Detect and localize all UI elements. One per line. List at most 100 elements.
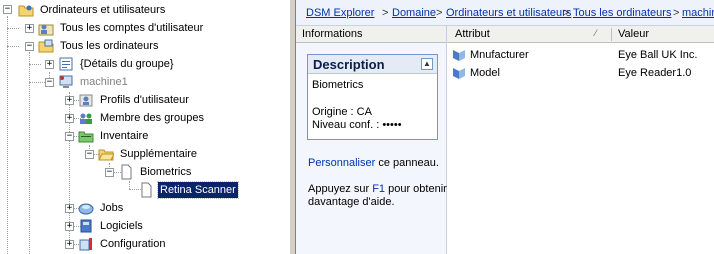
jobs-icon [78,203,94,215]
tree-node-supplementary[interactable]: Supplémentaire [98,145,199,163]
user-accounts-icon [38,24,54,36]
attribute-value: Eye Reader1.0 [618,67,692,79]
expand-toggle[interactable]: + [65,204,74,213]
tree-node-software[interactable]: Logiciels [78,217,145,235]
group-details-icon [59,57,73,71]
collapse-toggle[interactable]: − [25,42,34,51]
tree-label: {Détails du groupe} [80,58,174,70]
breadcrumb: DSM Explorer > Domaine > Ordinateurs et … [296,0,714,26]
breadcrumb-link[interactable]: DSM Explorer [306,7,374,19]
personalize-rest: ce panneau. [375,157,439,169]
tree-label: Tous les comptes d'utilisateur [60,22,204,34]
help-before: Appuyez sur [308,183,373,195]
breadcrumb-separator: > [436,7,443,19]
document-icon [121,164,132,180]
tree-label: machine1 [80,76,128,88]
tree-label: Supplémentaire [120,148,198,160]
breadcrumb-link[interactable]: Domaine [392,7,436,19]
expand-toggle[interactable]: + [25,24,34,33]
collapse-icon[interactable]: ▲ [421,58,433,70]
attribute-icon [453,68,465,79]
breadcrumb-separator: > [382,7,389,19]
tree-node-profiles[interactable]: Profils d'utilisateur [78,91,191,109]
tree-node-machine[interactable]: machine1 [58,73,130,91]
description-header: Description ▲ [308,55,437,74]
tree-line [29,64,41,65]
tree-label: Jobs [100,202,124,214]
collapse-toggle[interactable]: − [85,150,94,159]
tree-label: Logiciels [100,220,143,232]
configuration-icon [79,238,92,251]
personalize-text: Personnaliser ce panneau. [308,157,439,169]
tree-node-all-accounts[interactable]: Tous les comptes d'utilisateur [38,19,205,37]
expand-toggle[interactable]: + [65,114,74,123]
attribute-name: Model [470,67,500,79]
collapse-toggle[interactable]: − [105,168,114,177]
open-folder-icon [98,149,114,161]
tree-label: Ordinateurs et utilisateurs [40,4,166,16]
tree-node-inventory[interactable]: Inventaire [78,127,150,145]
tree-label: Tous les ordinateurs [60,40,159,52]
tree-line [7,46,19,47]
tree-node-jobs[interactable]: Jobs [78,199,125,217]
description-level: Niveau conf. : ••••• [312,119,402,131]
tree-node-retina-scanner[interactable]: Retina Scanner [138,181,239,199]
tree-label: Inventaire [100,130,149,142]
navigation-tree[interactable]: − + − + − + + − − − + + + Ordinateurs et… [0,0,289,254]
list-header: Attribut ⁄ Valeur [447,26,714,43]
inventory-icon [78,131,94,143]
help-key: F1 [372,183,386,195]
tree-node-group-member[interactable]: Membre des groupes [78,109,206,127]
breadcrumb-separator: > [673,7,680,19]
tree-node-all-computers[interactable]: Tous les ordinateurs [38,37,160,55]
table-row[interactable]: Model Eye Reader1.0 [447,65,714,81]
group-members-icon [80,113,92,124]
tree-node-configuration[interactable]: Configuration [78,235,167,253]
document-icon [141,182,152,198]
tree-node-biometrics[interactable]: Biometrics [118,163,193,181]
tree-line [129,181,130,189]
tree-label: Biometrics [140,166,192,178]
info-panel-header: Informations [296,26,446,43]
collapse-toggle[interactable]: − [45,78,54,87]
collapse-toggle[interactable]: − [3,5,12,14]
expand-toggle[interactable]: + [65,222,74,231]
info-panel: Informations Description ▲ Biometrics Or… [296,26,447,254]
tree-label: Configuration [100,238,166,250]
sort-icon: ⁄ [595,28,597,38]
attribute-value: Eye Ball UK Inc. [618,49,698,61]
breadcrumb-link[interactable]: Ordinateurs et utilisateurs [446,7,571,19]
tree-label: Membre des groupes [100,112,204,124]
description-title: Description [313,57,385,72]
breadcrumb-link[interactable]: machine [682,7,714,19]
column-divider[interactable] [611,28,612,41]
description-box: Description ▲ Biometrics Origine : CA Ni… [307,54,438,140]
column-header-value[interactable]: Valeur [618,28,649,40]
expand-toggle[interactable]: + [45,60,54,69]
tree-node-group-details[interactable]: {Détails du groupe} [58,55,176,73]
folder-users-icon [18,5,34,17]
collapse-toggle[interactable]: − [65,132,74,141]
tree-node-root[interactable]: Ordinateurs et utilisateurs [18,1,167,19]
expand-toggle[interactable]: + [65,96,74,105]
column-header-attribute[interactable]: Attribut [455,28,490,40]
personalize-link[interactable]: Personnaliser [308,157,375,169]
tree-label-selected: Retina Scanner [157,181,239,199]
details-pane: DSM Explorer > Domaine > Ordinateurs et … [296,0,714,254]
tree-line [7,16,8,254]
help-text: Appuyez sur F1 pour obtenir davantage d'… [308,183,448,209]
computers-folder-icon [38,39,54,53]
expand-toggle[interactable]: + [65,240,74,249]
attribute-name: Mnufacturer [470,49,529,61]
description-origin: Origine : CA [312,106,372,118]
computer-icon [59,75,73,88]
description-name: Biometrics [312,79,364,91]
tree-line [7,28,19,29]
software-icon [80,219,92,233]
pane-splitter[interactable] [289,0,296,254]
tree-label: Profils d'utilisateur [100,94,189,106]
attribute-icon [453,50,465,61]
breadcrumb-link[interactable]: Tous les ordinateurs [573,7,671,19]
table-row[interactable]: Mnufacturer Eye Ball UK Inc. [447,47,714,63]
user-profile-icon [79,94,93,107]
